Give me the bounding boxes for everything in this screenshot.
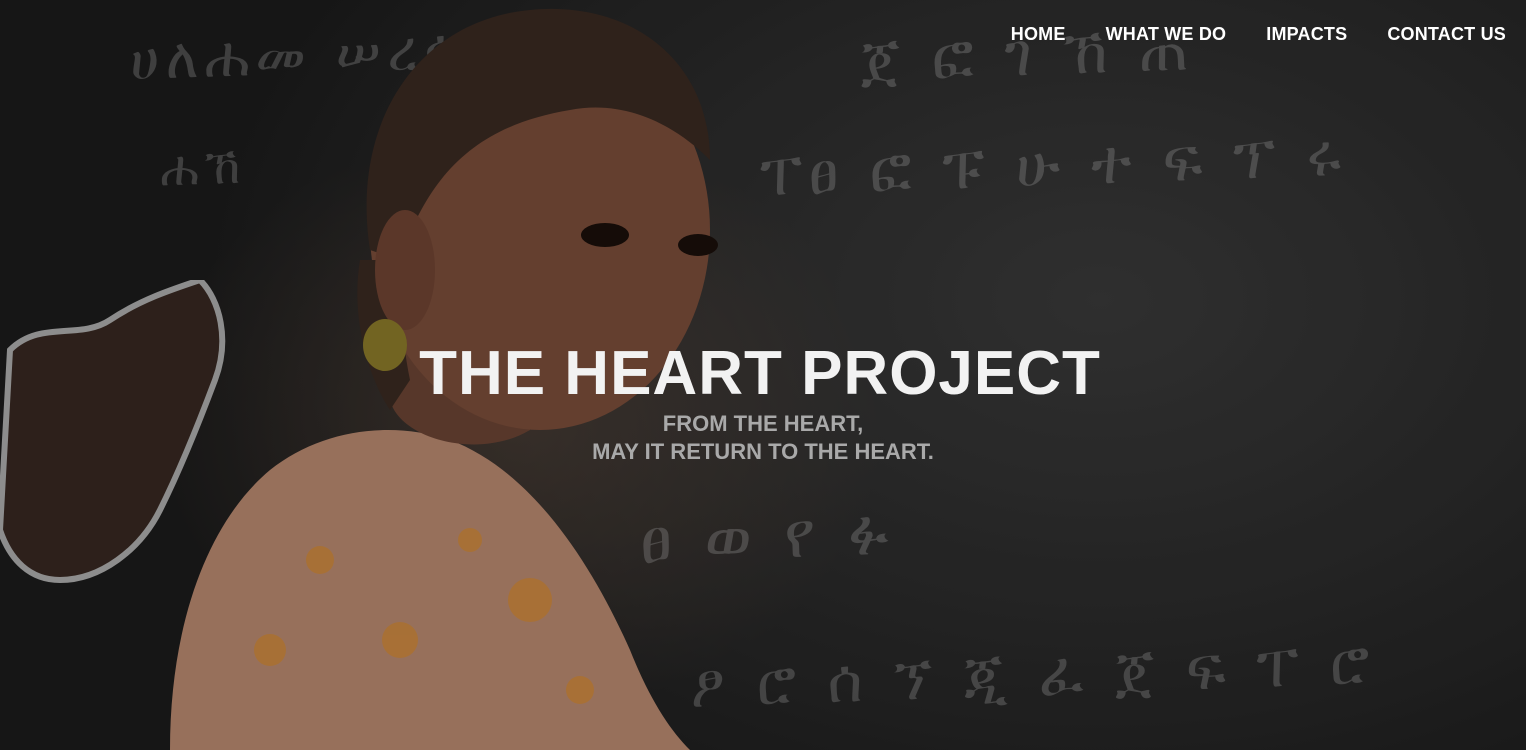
nav-link-home[interactable]: HOME xyxy=(1011,24,1066,45)
tagline-line-2: MAY IT RETURN TO THE HEART. xyxy=(592,439,934,464)
tagline-line-1: FROM THE HEART, xyxy=(662,411,864,436)
nav-link-contact-us[interactable]: CONTACT US xyxy=(1387,24,1506,45)
hero-headline: THE HEART PROJECT xyxy=(0,340,1526,408)
hero-section: ሀለሐመ ሠረሰ ቀበተ ሐኸ ፐፀ ፎ ፑ ሁ ተ ፍ ፕ ሩ ጀ ፎ ገ ኸ… xyxy=(0,0,1526,750)
hero-tagline: FROM THE HEART, MAY IT RETURN TO THE HEA… xyxy=(0,410,1526,466)
nav-link-what-we-do[interactable]: WHAT WE DO xyxy=(1106,24,1227,45)
nav-link-impacts[interactable]: IMPACTS xyxy=(1266,24,1347,45)
top-navigation: HOME WHAT WE DO IMPACTS CONTACT US xyxy=(1011,24,1506,45)
hero-title: THE HEART PROJECT xyxy=(419,339,1101,408)
